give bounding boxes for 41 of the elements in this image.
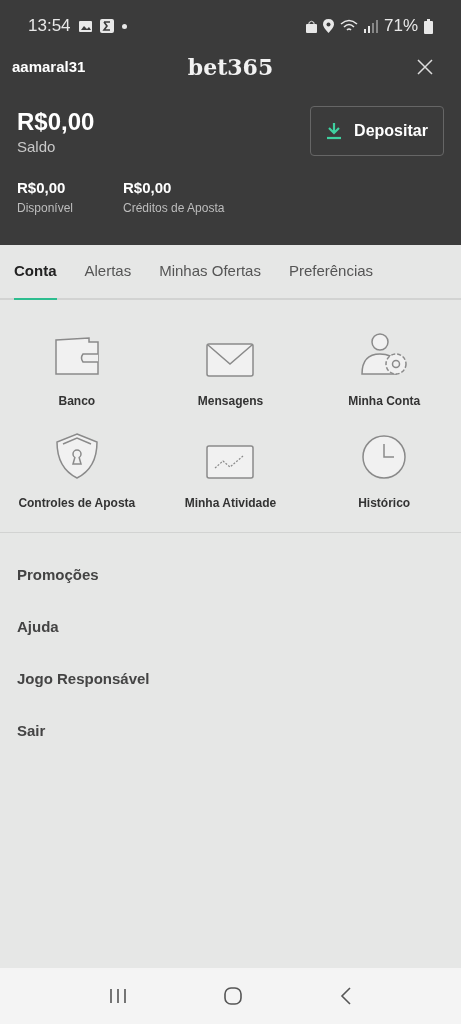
gallery-icon <box>78 20 92 32</box>
tab[interactable]: Alertas <box>84 245 132 300</box>
logo: bet365 <box>187 52 274 82</box>
clock-icon <box>361 434 408 480</box>
menu-tile[interactable]: Minha Atividade <box>153 432 308 512</box>
signal-icon <box>363 19 378 33</box>
tab[interactable]: Minhas Ofertas <box>159 245 261 300</box>
detail-label: Disponível <box>17 200 74 217</box>
dot-icon <box>121 23 127 29</box>
battery-percent: 71% <box>383 15 418 38</box>
home-button[interactable] <box>224 987 243 1005</box>
balance-amount: R$0,00 <box>17 108 95 136</box>
balance-label: Saldo <box>17 137 57 157</box>
app-icon <box>99 19 114 33</box>
menu-link[interactable]: Sair <box>0 705 63 757</box>
detail-amount: R$0,00 <box>17 177 67 198</box>
wifi-icon <box>339 19 358 33</box>
battery-icon <box>424 18 433 34</box>
menu-link[interactable]: Jogo Responsável <box>0 653 167 705</box>
download-icon <box>326 122 343 140</box>
back-button[interactable] <box>340 987 353 1005</box>
menu-tile[interactable]: Banco <box>0 330 154 410</box>
detail-amount: R$0,00 <box>123 177 173 198</box>
tab[interactable]: Conta <box>14 245 57 300</box>
menu-tile[interactable]: Controles de Aposta <box>0 432 154 512</box>
menu-tile[interactable]: Histórico <box>307 432 461 512</box>
menu-link[interactable]: Promoções <box>0 549 116 601</box>
detail-label: Créditos de Aposta <box>123 200 225 217</box>
username: aamaral31 <box>12 56 86 77</box>
menu-tile[interactable]: Mensagens <box>153 330 308 410</box>
wallet-icon <box>52 334 101 378</box>
shield-lock-icon <box>54 432 99 480</box>
tab[interactable]: Preferências <box>288 245 374 300</box>
location-icon <box>322 19 334 33</box>
status-time: 13:54 <box>28 15 71 38</box>
deposit-button[interactable]: Depositar <box>310 106 444 156</box>
envelope-icon <box>205 342 256 378</box>
menu-link[interactable]: Ajuda <box>0 601 76 653</box>
menu-tile[interactable]: Minha Conta <box>307 330 461 410</box>
recent-apps-button[interactable] <box>108 988 127 1004</box>
chart-icon <box>205 444 256 480</box>
